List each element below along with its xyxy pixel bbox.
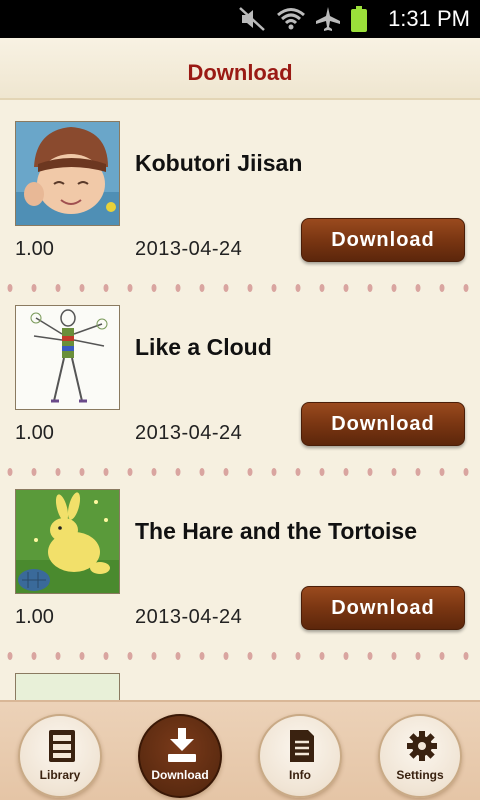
list-item [0,652,480,700]
page-title: Download [187,60,293,85]
book-version: 1.00 [15,606,54,628]
book-thumbnail[interactable] [15,673,120,700]
book-title: Kobutori Jiisan [135,150,303,176]
status-time: 1:31 PM [388,6,470,31]
download-list[interactable]: Kobutori Jiisan 1.00 2013-04-24 Download [0,100,480,700]
gear-icon [407,731,437,761]
book-thumbnail[interactable] [15,305,120,410]
book-version: 1.00 [15,238,54,260]
nav-label: Settings [396,768,444,782]
book-title: Like a Cloud [135,334,272,360]
wifi-icon [277,8,305,30]
book-thumbnail[interactable] [15,121,120,226]
download-button[interactable]: Download [301,218,465,262]
nav-download-button[interactable]: Download [138,714,222,798]
nav-label: Download [151,768,209,782]
download-button[interactable]: Download [301,402,465,446]
bottom-nav: Library Download Info Settings [0,700,480,800]
library-icon [49,730,75,762]
book-date: 2013-04-24 [135,238,243,260]
list-item: Like a Cloud 1.00 2013-04-24 Download [0,284,480,476]
hare-illustration [16,490,119,593]
book-date: 2013-04-24 [135,422,243,444]
nav-label: Info [289,768,311,782]
book-version: 1.00 [15,422,54,444]
book-date: 2013-04-24 [135,606,243,628]
book-title: The Hare and the Tortoise [135,518,418,544]
status-bar: 1:31 PM [0,0,480,38]
nav-info-button[interactable]: Info [258,714,342,798]
list-item: The Hare and the Tortoise 1.00 2013-04-2… [0,468,480,660]
download-icon [168,728,196,762]
book-cover-illustration [16,674,119,700]
header: Download [0,38,480,100]
book-thumbnail[interactable] [15,489,120,594]
old-man-illustration [16,122,119,225]
figure-sketch-illustration [16,306,119,409]
nav-library-button[interactable]: Library [18,714,102,798]
info-icon [290,730,314,762]
battery-icon [351,6,367,32]
nav-label: Library [39,768,81,782]
mute-icon [239,7,265,31]
nav-settings-button[interactable]: Settings [378,714,462,798]
list-item: Kobutori Jiisan 1.00 2013-04-24 Download [0,100,480,292]
airplane-icon [316,7,340,31]
download-button[interactable]: Download [301,586,465,630]
